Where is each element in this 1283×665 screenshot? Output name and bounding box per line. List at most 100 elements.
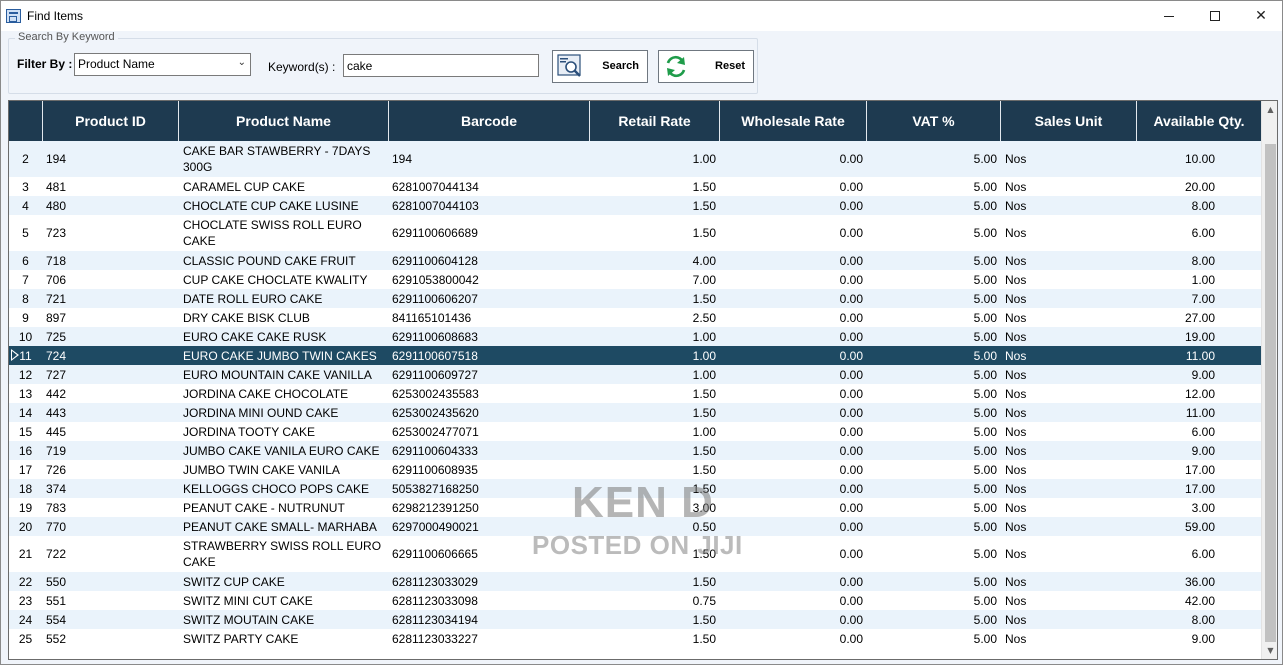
cell-product-name: EURO CAKE CAKE RUSK <box>183 329 327 344</box>
cell-available-qty: 6.00 <box>1191 424 1215 439</box>
cell-wholesale-rate: 0.00 <box>839 443 863 458</box>
row-number: 5 <box>22 226 29 240</box>
row-number: 18 <box>18 481 33 496</box>
cell-available-qty: 17.00 <box>1184 481 1215 496</box>
cell-sales-unit: Nos <box>1005 291 1027 306</box>
cell-wholesale-rate: 0.00 <box>839 198 863 213</box>
row-number: 7 <box>22 272 29 287</box>
cell-sales-unit: Nos <box>1005 405 1027 420</box>
cell-sales-unit: Nos <box>1005 631 1027 646</box>
cell-product-id: 480 <box>46 198 67 213</box>
cell-product-id: 723 <box>46 226 67 240</box>
cell-sales-unit: Nos <box>1005 226 1027 240</box>
table-row[interactable]: 8 721 DATE ROLL EURO CAKE 6291100606207 1.50… <box>9 289 1261 308</box>
cell-retail-rate: 3.00 <box>692 500 716 515</box>
table-row[interactable]: 18 374 KELLOGGS CHOCO POPS CAKE 50538271682… <box>9 479 1261 498</box>
table-row[interactable]: 24 554 SWITZ MOUTAIN CAKE 6281123034194 1.50… <box>9 610 1261 629</box>
cell-product-name: EURO CAKE JUMBO TWIN CAKES <box>183 348 377 363</box>
cell-sales-unit: Nos <box>1005 367 1027 382</box>
table-row[interactable]: 25 552 SWITZ PARTY CAKE 6281123033227 1.50 0.… <box>9 629 1261 648</box>
cell-product-name: JORDINA TOOTY CAKE <box>183 424 316 439</box>
cell-product-name: SWITZ CUP CAKE <box>183 574 285 589</box>
table-row[interactable]: 3 481 CARAMEL CUP CAKE 6281007044134 1.50 0.0… <box>9 177 1261 196</box>
table-row[interactable]: 21 722 STRAWBERRY SWISS ROLL EURO CAKE 6291… <box>9 536 1261 572</box>
close-button[interactable]: ✕ <box>1238 1 1283 31</box>
cell-wholesale-rate: 0.00 <box>839 547 863 561</box>
table-row[interactable]: 15 445 JORDINA TOOTY CAKE 6253002477071 1.00… <box>9 422 1261 441</box>
cell-vat: 5.00 <box>973 593 997 608</box>
table-row[interactable]: 4 480 CHOCLATE CUP CAKE LUSINE 628100704410… <box>9 196 1261 215</box>
column-header-retail-rate[interactable]: Retail Rate <box>590 101 720 141</box>
cell-vat: 5.00 <box>973 329 997 344</box>
keywords-input[interactable] <box>343 54 539 77</box>
title-bar[interactable]: Find Items ✕ <box>1 1 1282 31</box>
table-row[interactable]: 19 783 PEANUT CAKE - NUTRUNUT 6298212391250… <box>9 498 1261 517</box>
cell-barcode: 6291100606689 <box>392 226 478 240</box>
column-header-product-id[interactable]: Product ID <box>43 101 179 141</box>
column-header-barcode[interactable]: Barcode <box>389 101 590 141</box>
cell-retail-rate: 2.50 <box>692 310 716 325</box>
table-row[interactable]: 14 443 JORDINA MINI OUND CAKE 6253002435620… <box>9 403 1261 422</box>
cell-vat: 5.00 <box>973 179 997 194</box>
row-number: 8 <box>22 291 29 306</box>
table-row[interactable]: 20 770 PEANUT CAKE SMALL- MARHABA 629700049… <box>9 517 1261 536</box>
cell-available-qty: 19.00 <box>1184 329 1215 344</box>
column-header-available-qty[interactable]: Available Qty. <box>1137 101 1261 141</box>
cell-available-qty: 8.00 <box>1191 612 1215 627</box>
cell-product-id: 783 <box>46 500 67 515</box>
items-grid[interactable]: Product ID Product Name Barcode Retail R… <box>8 100 1278 660</box>
column-header-product-name[interactable]: Product Name <box>179 101 389 141</box>
cell-barcode: 841165101436 <box>392 310 472 325</box>
cell-retail-rate: 0.50 <box>692 519 716 534</box>
search-by-keyword-group: Search By Keyword Filter By : Product Na… <box>8 31 758 94</box>
table-row[interactable]: 6 718 CLASSIC POUND CAKE FRUIT 629110060412… <box>9 251 1261 270</box>
cell-retail-rate: 1.50 <box>692 574 716 589</box>
cell-sales-unit: Nos <box>1005 462 1027 477</box>
scroll-thumb[interactable] <box>1265 144 1276 642</box>
cell-barcode: 5053827168250 <box>392 481 479 496</box>
cell-available-qty: 17.00 <box>1184 462 1215 477</box>
maximize-button[interactable] <box>1192 1 1238 31</box>
row-number: 20 <box>18 519 33 534</box>
cell-sales-unit: Nos <box>1005 574 1027 589</box>
row-number: 2 <box>22 152 29 166</box>
vertical-scrollbar[interactable]: ▲ ▼ <box>1261 101 1277 659</box>
table-row[interactable]: 10 725 EURO CAKE CAKE RUSK 6291100608683 1.0… <box>9 327 1261 346</box>
table-row[interactable]: 5 723 CHOCLATE SWISS ROLL EURO CAKE 6291100… <box>9 215 1261 251</box>
cell-available-qty: 3.00 <box>1191 500 1215 515</box>
cell-vat: 5.00 <box>973 198 997 213</box>
reset-button[interactable]: Reset <box>658 50 754 83</box>
cell-barcode: 6281123033227 <box>392 631 478 646</box>
cell-retail-rate: 1.50 <box>692 386 716 401</box>
scroll-up-arrow-icon[interactable]: ▲ <box>1262 101 1277 118</box>
cell-wholesale-rate: 0.00 <box>839 593 863 608</box>
table-row[interactable]: 13 442 JORDINA CAKE CHOCOLATE 6253002435583… <box>9 384 1261 403</box>
window-title: Find Items <box>27 9 84 23</box>
filter-by-select[interactable]: Product Name ⌄ <box>74 53 251 76</box>
table-row[interactable]: 17 726 JUMBO TWIN CAKE VANILA 6291100608935… <box>9 460 1261 479</box>
row-number: 24 <box>18 612 33 627</box>
minimize-button[interactable] <box>1146 1 1192 31</box>
row-number: 15 <box>18 424 33 439</box>
column-header-wholesale-rate[interactable]: Wholesale Rate <box>720 101 867 141</box>
table-row[interactable]: 22 550 SWITZ CUP CAKE 6281123033029 1.50 0.00… <box>9 572 1261 591</box>
row-number: 19 <box>18 500 33 515</box>
table-row[interactable]: 9 897 DRY CAKE BISK CLUB 841165101436 2.50 0.… <box>9 308 1261 327</box>
table-row[interactable]: 2 194 CAKE BAR STAWBERRY - 7DAYS 300G 194 1.… <box>9 141 1261 177</box>
table-row[interactable]: 7 706 CUP CAKE CHOCLATE KWALITY 62910538000… <box>9 270 1261 289</box>
scroll-down-arrow-icon[interactable]: ▼ <box>1262 642 1277 659</box>
search-button[interactable]: Search <box>552 50 648 83</box>
cell-sales-unit: Nos <box>1005 519 1027 534</box>
table-row[interactable]: 12 727 EURO MOUNTAIN CAKE VANILLA 629110060… <box>9 365 1261 384</box>
cell-product-id: 725 <box>46 329 67 344</box>
cell-product-name: SWITZ MOUTAIN CAKE <box>183 612 315 627</box>
cell-product-id: 726 <box>46 462 67 477</box>
cell-vat: 5.00 <box>973 253 997 268</box>
row-number: 9 <box>22 310 29 325</box>
table-row[interactable]: 16 719 JUMBO CAKE VANILA EURO CAKE 62911006… <box>9 441 1261 460</box>
column-header-vat[interactable]: VAT % <box>867 101 1001 141</box>
table-row[interactable]: 23 551 SWITZ MINI CUT CAKE 6281123033098 0.7… <box>9 591 1261 610</box>
column-header-sales-unit[interactable]: Sales Unit <box>1001 101 1137 141</box>
cell-sales-unit: Nos <box>1005 253 1027 268</box>
table-row[interactable]: 11 724 EURO CAKE JUMBO TWIN CAKES 629110060… <box>9 346 1261 365</box>
